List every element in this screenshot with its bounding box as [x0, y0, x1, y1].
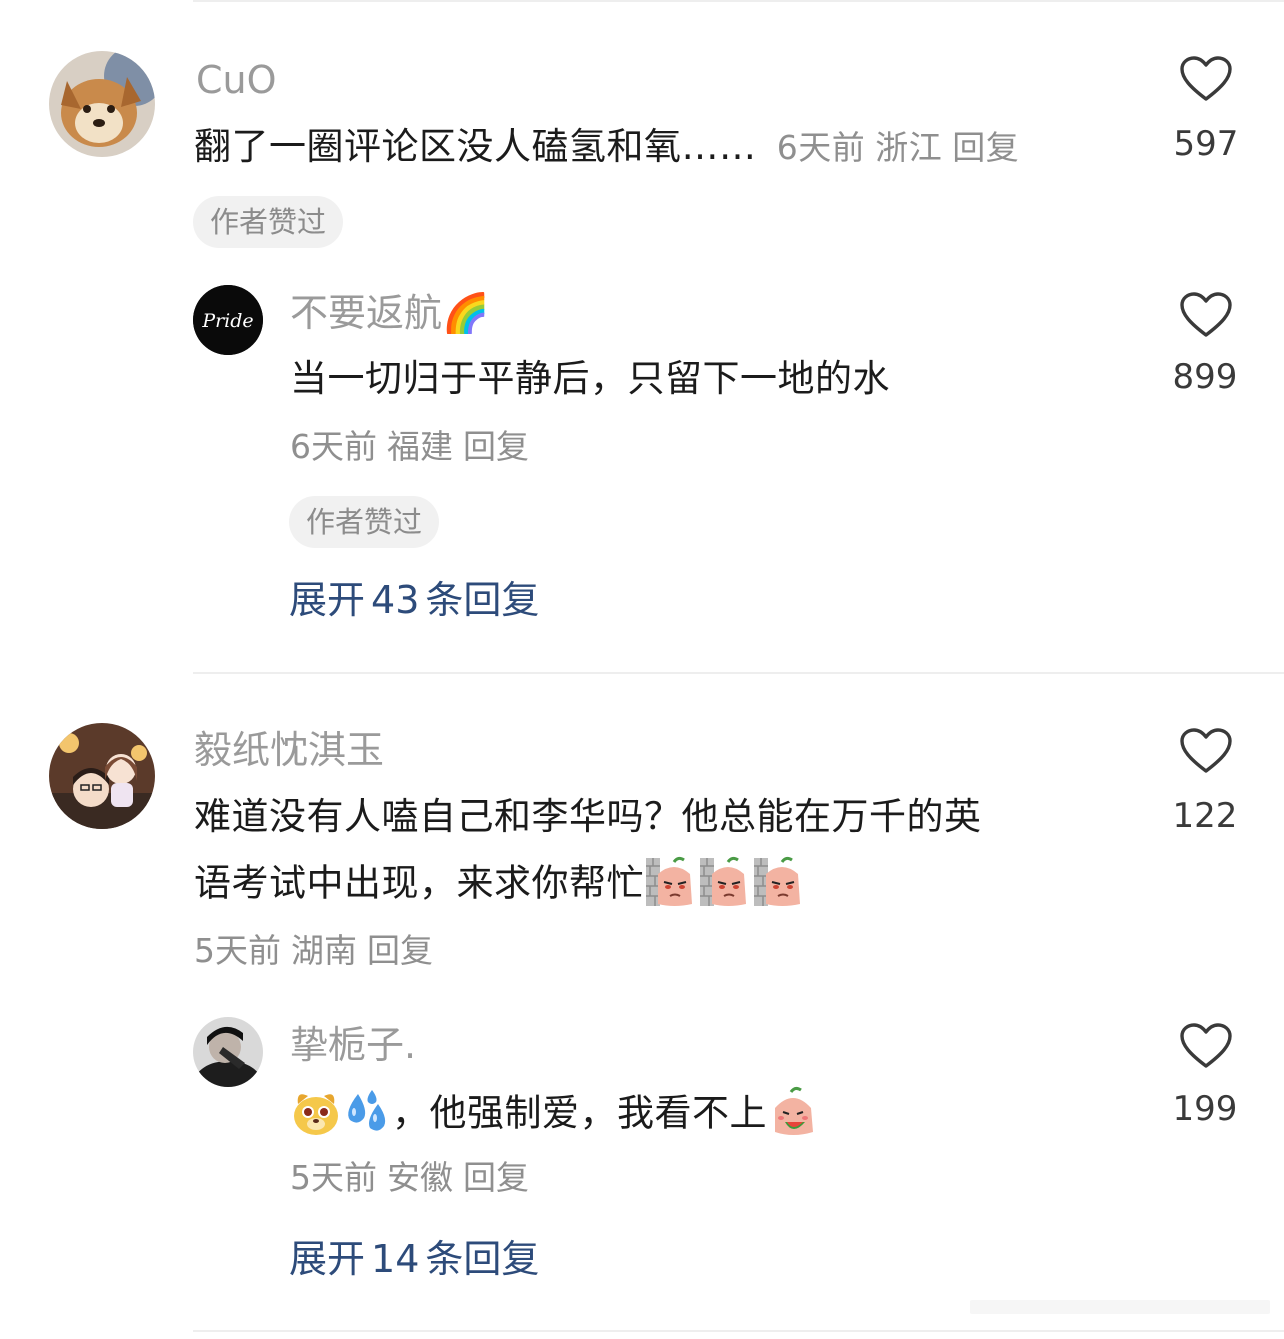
heart-outline-icon[interactable] [1180, 728, 1232, 774]
reply-button[interactable]: 回复 [463, 1158, 529, 1197]
peeking-sweet-potato-emoji [754, 856, 800, 906]
like-count: 199 [1172, 1089, 1238, 1129]
username-text: 不要返航🌈 [290, 291, 490, 335]
avatar[interactable]: Pride [193, 285, 263, 355]
reply-button[interactable]: 回复 [367, 931, 433, 970]
avatar-text: Pride [201, 310, 253, 332]
watermelon-potato-emoji [775, 1086, 813, 1135]
peeking-sweet-potato-emoji [700, 856, 746, 906]
expand-replies-button[interactable]: 展开 43 条回复 [289, 581, 545, 619]
username[interactable]: 挚栀子. [290, 1026, 416, 1064]
comment-location: 浙江 [875, 128, 943, 167]
dog-face-emoji [294, 1094, 338, 1135]
comment-meta: 5天前 湖南 回复 [194, 934, 443, 967]
comment-body: ，他强制爱，我看不上 [392, 1091, 767, 1135]
comment-text-line-1: 难道没有人嗑自己和李华吗？他总能在万千的英 [194, 795, 982, 838]
comment-text: 当一切归于平静后，只留下一地的水 [290, 357, 890, 400]
comment-time: 6天前 [290, 427, 377, 466]
comment-text-line-2: 语考试中出现，来求你帮忙 [194, 856, 806, 908]
expand-count: 43 [371, 578, 420, 622]
comment-divider [193, 672, 1284, 674]
comment-location: 湖南 [291, 931, 357, 970]
heart-outline-icon[interactable] [1180, 56, 1232, 102]
avatar[interactable] [49, 51, 155, 157]
expand-suffix: 条回复 [425, 1237, 540, 1281]
comment-meta: 6天前 福建 回复 [290, 430, 539, 463]
reply-button[interactable]: 回复 [952, 128, 1019, 167]
expand-replies-button[interactable]: 展开 14 条回复 [289, 1240, 545, 1278]
author-liked-badge: 作者赞过 [289, 496, 440, 548]
bottom-divider [193, 1330, 1284, 1332]
like-count: 122 [1172, 796, 1238, 836]
username[interactable]: 毅纸忱淇玉 [194, 731, 384, 769]
expand-suffix: 条回复 [425, 578, 540, 622]
username[interactable]: 不要返航🌈 [290, 294, 489, 332]
reply-button[interactable]: 回复 [463, 427, 529, 466]
like-count: 899 [1172, 357, 1238, 397]
watermark [970, 1300, 1270, 1314]
comment-time: 5天前 [290, 1158, 377, 1197]
expand-prefix: 展开 [289, 1237, 366, 1281]
top-divider [193, 0, 1284, 2]
peeking-sweet-potato-emoji [646, 856, 692, 906]
comment-text: 翻了一圈评论区没人磕氢和氧…… 6天前 浙江 回复 [194, 128, 1029, 165]
comment-text: ，他强制爱，我看不上 [290, 1086, 821, 1138]
like-count: 597 [1173, 124, 1239, 164]
comment-time: 6天前 [776, 128, 866, 167]
avatar[interactable] [49, 723, 155, 829]
comment-meta: 6天前 浙江 回复 [777, 128, 1030, 167]
username[interactable]: CuO [196, 61, 277, 99]
author-liked-badge: 作者赞过 [193, 196, 344, 248]
comment-location: 福建 [387, 427, 453, 466]
heart-outline-icon[interactable] [1180, 1023, 1232, 1069]
heart-outline-icon[interactable] [1180, 292, 1232, 338]
comment-body: 翻了一圈评论区没人磕氢和氧…… [194, 125, 757, 168]
comment-location: 安徽 [387, 1158, 453, 1197]
avatar[interactable] [193, 1017, 263, 1087]
sweat-drops-emoji [348, 1090, 386, 1131]
comment-meta: 5天前 安徽 回复 [290, 1161, 539, 1194]
comment-body: 语考试中出现，来求你帮忙 [194, 861, 644, 905]
expand-count: 14 [371, 1237, 420, 1281]
comment-time: 5天前 [194, 931, 281, 970]
expand-prefix: 展开 [289, 578, 366, 622]
